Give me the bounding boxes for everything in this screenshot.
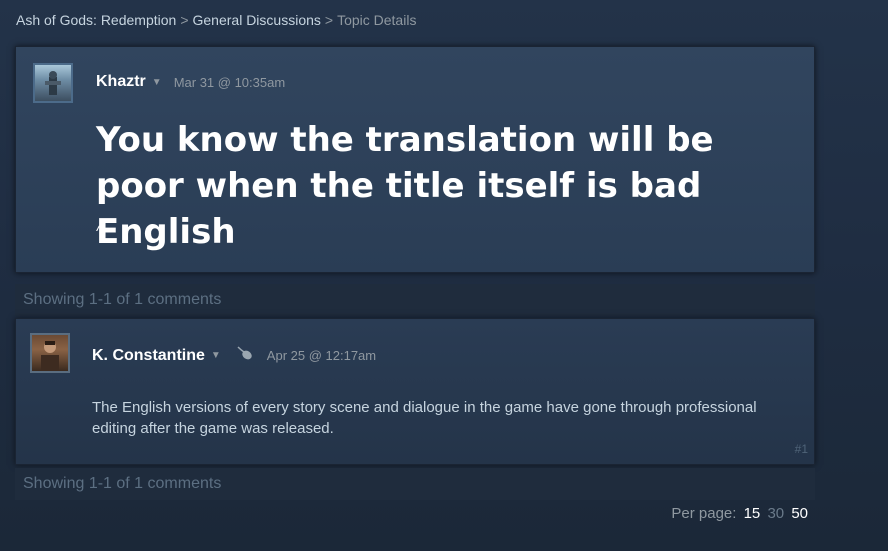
topic-body: ^	[96, 223, 104, 240]
breadcrumb-separator: >	[180, 12, 189, 28]
breadcrumb-separator: >	[324, 12, 334, 28]
per-page-selector: Per page: 15 30 50	[671, 505, 808, 522]
comment-number-link[interactable]: #1	[795, 442, 808, 456]
breadcrumb-game-link[interactable]: Ash of Gods: Redemption	[16, 12, 176, 28]
chevron-down-icon[interactable]: ▼	[211, 350, 221, 361]
comment-count-bottom: Showing 1-1 of 1 comments	[15, 468, 815, 500]
avatar-figure-icon	[45, 71, 61, 95]
topic-title: You know the translation will be poor wh…	[96, 120, 714, 252]
chevron-down-icon[interactable]: ▼	[152, 77, 162, 88]
author-name[interactable]: K. Constantine	[92, 347, 205, 365]
breadcrumb: Ash of Gods: Redemption > General Discussi…	[16, 12, 416, 28]
post-date: Mar 31 @ 10:35am	[173, 74, 286, 90]
comment-post: K. Constantine ▼ Apr 25 @ 12:17am The En…	[15, 318, 815, 465]
per-page-option-30[interactable]: 30	[767, 505, 784, 522]
per-page-option-15[interactable]: 15	[744, 505, 761, 522]
breadcrumb-current: Topic Details	[337, 12, 417, 28]
mouse-icon	[235, 345, 255, 366]
author-name[interactable]: Khaztr	[96, 73, 146, 91]
avatar-portrait-icon	[41, 341, 59, 371]
comment-text: The English versions of every story scen…	[92, 399, 757, 437]
avatar[interactable]	[33, 63, 73, 103]
per-page-label: Per page:	[671, 505, 737, 522]
topic-author-row: Khaztr ▼ Mar 31 @ 10:35am	[96, 73, 285, 91]
per-page-option-50[interactable]: 50	[791, 505, 808, 522]
avatar[interactable]	[30, 333, 70, 373]
breadcrumb-forum-link[interactable]: General Discussions	[193, 12, 321, 28]
comment-author-row: K. Constantine ▼ Apr 25 @ 12:17am	[92, 345, 376, 366]
comment-count-top: Showing 1-1 of 1 comments	[15, 284, 815, 316]
post-date: Apr 25 @ 12:17am	[266, 348, 377, 363]
topic-post: Khaztr ▼ Mar 31 @ 10:35am You know the t…	[15, 46, 815, 273]
